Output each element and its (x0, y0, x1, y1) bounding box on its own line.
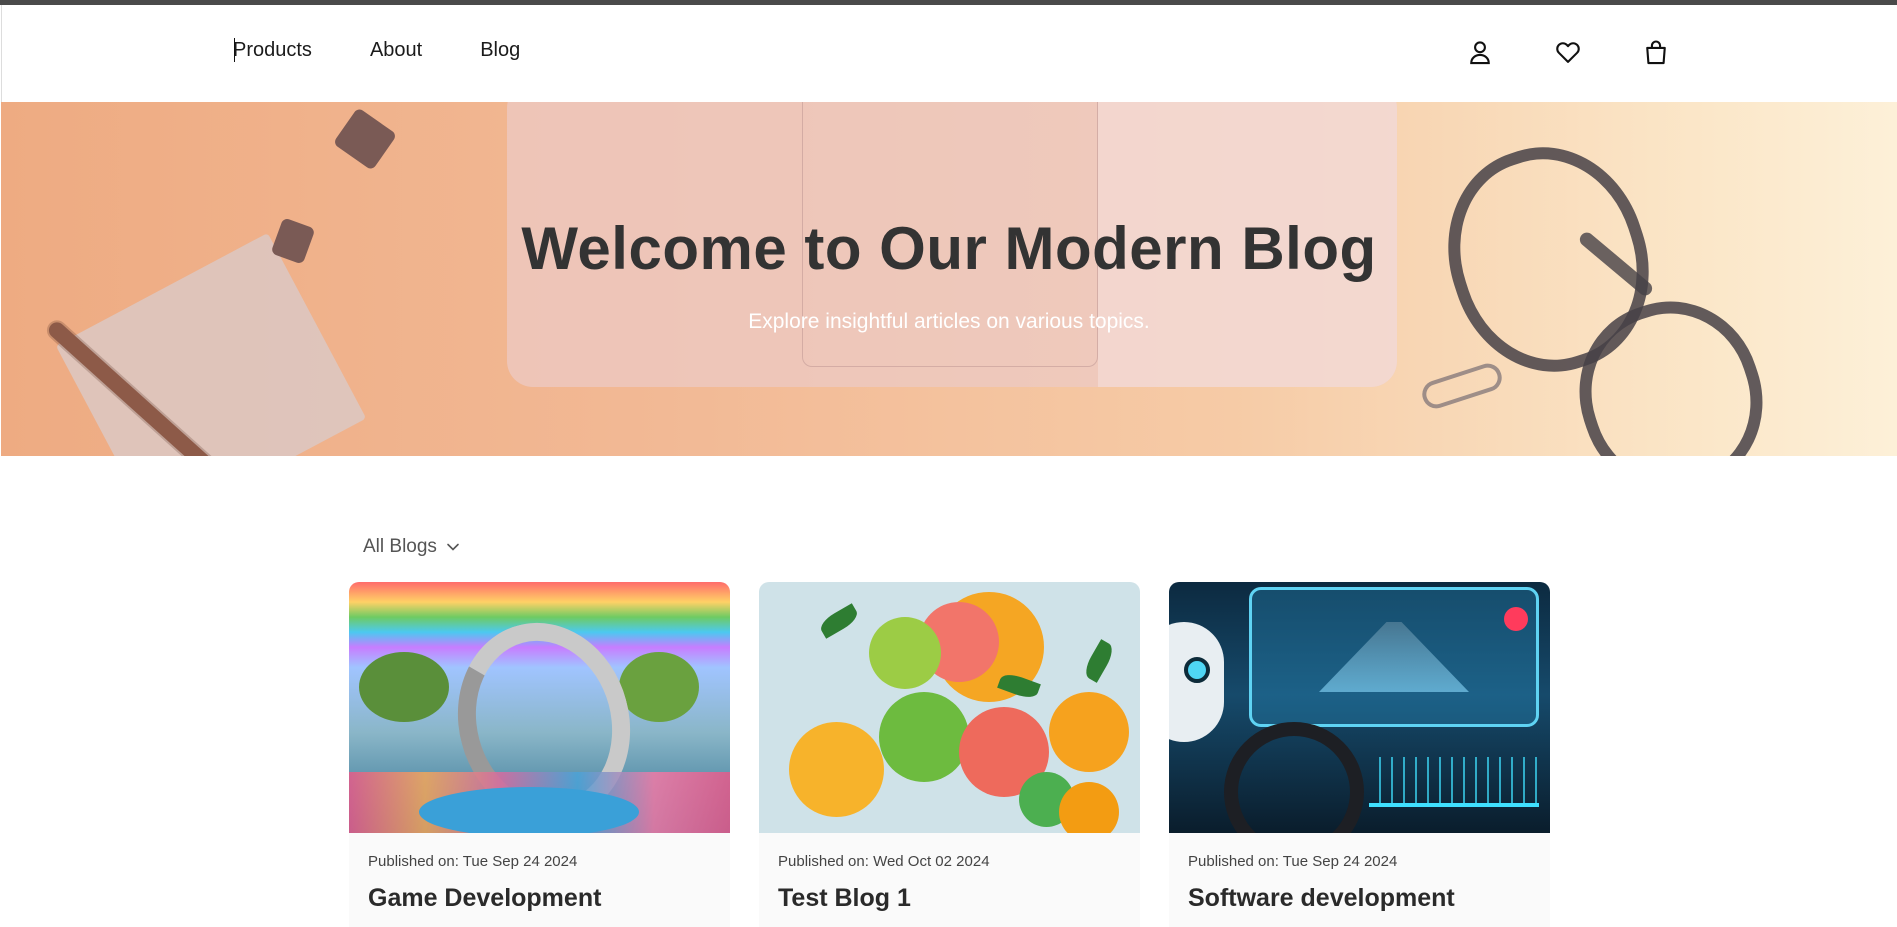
blog-card-image (759, 582, 1140, 833)
blog-card-image (1169, 582, 1550, 833)
blog-card-image (349, 582, 730, 833)
blog-card[interactable]: Published on: Tue Sep 24 2024 Game Devel… (349, 582, 730, 927)
blog-card-title[interactable]: Test Blog 1 (778, 884, 1140, 913)
cart-button[interactable] (1641, 37, 1671, 67)
hero-title: Welcome to Our Modern Blog (521, 215, 1377, 282)
blog-card[interactable]: Published on: Wed Oct 02 2024 Test Blog … (759, 582, 1140, 927)
blog-card[interactable]: Published on: Tue Sep 24 2024 Software d… (1169, 582, 1550, 927)
hero-subtitle: Explore insightful articles on various t… (748, 310, 1150, 333)
text-caret (234, 38, 235, 62)
nav-products[interactable]: Products (233, 39, 312, 62)
heart-icon (1556, 42, 1580, 63)
filter-label: All Blogs (363, 536, 437, 557)
blog-card-date: Published on: Tue Sep 24 2024 (1188, 853, 1398, 870)
blog-filter-dropdown[interactable]: All Blogs (363, 536, 461, 558)
blog-card-date: Published on: Tue Sep 24 2024 (368, 853, 578, 870)
main-nav: Products About Blog (233, 38, 520, 62)
hero-decor-paperclip (1418, 360, 1506, 412)
chevron-down-icon (447, 543, 459, 551)
wishlist-button[interactable] (1553, 37, 1583, 67)
account-button[interactable] (1465, 37, 1495, 67)
hero-decor-binder-clip (332, 107, 398, 171)
user-icon (1470, 41, 1490, 65)
header-icons (1465, 37, 1671, 67)
blog-card-list: Published on: Tue Sep 24 2024 Game Devel… (349, 582, 1550, 927)
site-header: Products About Blog (1, 5, 1897, 102)
nav-blog[interactable]: Blog (480, 39, 520, 62)
hero-banner: Welcome to Our Modern Blog Explore insig… (1, 102, 1897, 456)
shopping-bag-icon (1646, 40, 1666, 65)
blog-card-date: Published on: Wed Oct 02 2024 (778, 853, 990, 870)
nav-about[interactable]: About (370, 39, 422, 62)
blog-card-title[interactable]: Software development (1188, 884, 1550, 913)
blog-card-title[interactable]: Game Development (368, 884, 730, 913)
